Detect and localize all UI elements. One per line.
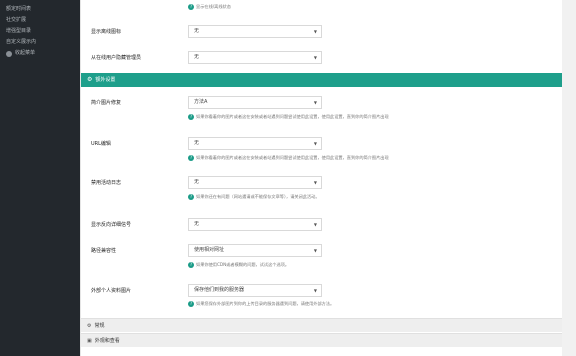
reverse-select[interactable]: 无 ▼ bbox=[188, 218, 322, 231]
path-compat-select[interactable]: 使用相对网址 ▼ bbox=[188, 244, 322, 257]
setting-label-external-avatar: 外部个人资料图片 bbox=[91, 288, 132, 294]
gears-icon: ⚙ bbox=[87, 76, 93, 83]
setting-label-url: URL编辑 bbox=[91, 141, 111, 147]
url-select[interactable]: 无 ▼ bbox=[188, 137, 322, 150]
external-avatar-hint: ? 如果您保存外部图片到你的上传目录的服务器遇到问题，请使用外部方法。 bbox=[188, 301, 335, 307]
section-header-appearance[interactable]: ▣ 外观和查看 bbox=[81, 333, 563, 347]
admin-sidebar: 额定时间表 社交扩展 增强型目录 自定义展示内 收起菜单 bbox=[0, 0, 80, 356]
offline-icon-select[interactable]: 无 ▼ bbox=[188, 25, 322, 38]
chevron-down-icon: ▼ bbox=[313, 180, 317, 185]
avatar-fix-hint: ? 如果你看着你的图片或者这在安装或者站遇到问题尝试使用此设置，使用此设置，直到… bbox=[188, 114, 389, 120]
chevron-down-icon: ▼ bbox=[313, 55, 317, 60]
chevron-down-icon: ▼ bbox=[313, 222, 317, 227]
setting-label-avatar-fix: 简介图片修复 bbox=[91, 100, 122, 106]
help-icon: ? bbox=[188, 4, 194, 10]
collapse-menu-label: 收起菜单 bbox=[15, 50, 36, 56]
section-header-general[interactable]: ⚙ 常规 bbox=[81, 318, 563, 332]
activity-log-select[interactable]: 无 ▼ bbox=[188, 176, 322, 189]
url-hint: ? 如果你看着你的图片或者这在安装或者站遇到问题尝试使用此设置，使用此设置，直到… bbox=[188, 155, 389, 161]
sidebar-item-social[interactable]: 社交扩展 bbox=[0, 15, 80, 26]
online-status-hint: ? 显示在线/离线状态 bbox=[188, 4, 231, 10]
chevron-down-icon: ▼ bbox=[313, 248, 317, 253]
setting-label-path-compat: 路径兼容性 bbox=[91, 248, 117, 254]
help-icon: ? bbox=[188, 262, 194, 268]
setting-label-reverse: 显示反向详细信号 bbox=[91, 222, 132, 228]
hide-admin-label: 从在线用户隐藏管理员 bbox=[91, 55, 142, 61]
sidebar-item-custom[interactable]: 自定义展示内 bbox=[0, 37, 80, 48]
collapse-icon bbox=[6, 50, 12, 57]
chevron-down-icon: ▼ bbox=[313, 141, 317, 146]
sidebar-item-directory[interactable]: 增强型目录 bbox=[0, 26, 80, 37]
scrollbar[interactable] bbox=[562, 0, 576, 356]
help-icon: ? bbox=[188, 194, 194, 200]
avatar-fix-select[interactable]: 方法A ▼ bbox=[188, 96, 322, 109]
offline-icon-label: 显示离线图标 bbox=[91, 29, 122, 35]
setting-label-activity-log: 禁用活动日志 bbox=[91, 180, 122, 186]
activity-log-hint: ? 如果你还在有问题（网站遇请或不能保存文章等），请关闭此活动。 bbox=[188, 194, 320, 200]
collapse-menu-button[interactable]: 收起菜单 bbox=[0, 48, 80, 59]
help-icon: ? bbox=[188, 155, 194, 161]
chevron-down-icon: ▼ bbox=[313, 29, 317, 34]
help-icon: ? bbox=[188, 301, 194, 307]
section-header-extra[interactable]: ⚙ 额外设置 bbox=[81, 73, 563, 87]
external-avatar-select[interactable]: 保存他们到我的服务器 ▼ bbox=[188, 284, 322, 297]
path-compat-hint: ? 如果你使用CDN或者模糊的问题，试试这个选项。 bbox=[188, 262, 290, 268]
hide-admin-select[interactable]: 无 ▼ bbox=[188, 51, 322, 64]
sidebar-item-schedule[interactable]: 额定时间表 bbox=[0, 4, 80, 15]
chevron-down-icon: ▼ bbox=[313, 100, 317, 105]
chevron-down-icon: ▼ bbox=[313, 288, 317, 293]
help-icon: ? bbox=[188, 114, 194, 120]
settings-panel: ? 显示在线/离线状态 显示离线图标 无 ▼ 从在线用户隐藏管理员 无 ▼ ⚙ 额外… bbox=[80, 0, 563, 356]
gear-icon: ⚙ bbox=[87, 322, 92, 329]
image-icon: ▣ bbox=[87, 337, 92, 344]
